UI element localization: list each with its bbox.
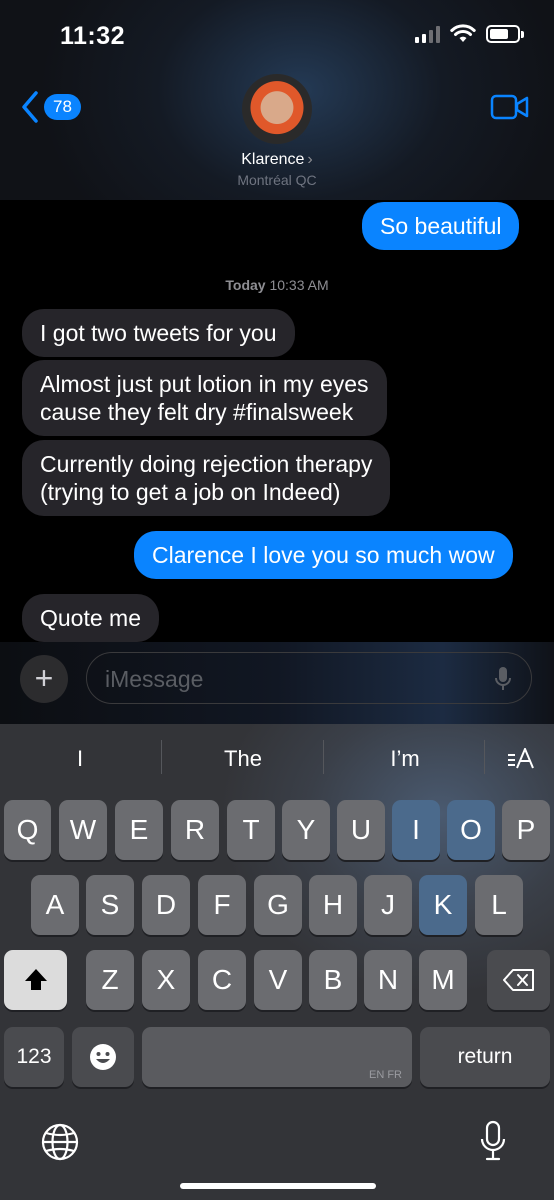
message-input[interactable]: iMessage	[86, 652, 532, 704]
contact-location: Montréal QC	[237, 172, 317, 188]
message-line: Almost just put lotion in my eyes	[40, 371, 369, 397]
message-bubble-outgoing[interactable]: Clarence I love you so much wow	[134, 531, 513, 579]
globe-icon[interactable]	[40, 1122, 80, 1162]
microphone-icon[interactable]	[480, 1120, 506, 1162]
cellular-signal-icon	[415, 25, 440, 43]
contact-name[interactable]: Klarence ›	[0, 151, 554, 169]
key-i[interactable]: I	[392, 800, 440, 860]
numbers-key[interactable]: 123	[4, 1027, 64, 1087]
prediction-suggestion[interactable]: I	[40, 746, 120, 772]
key-e[interactable]: E	[115, 800, 163, 860]
key-n[interactable]: N	[364, 950, 412, 1010]
message-line: Currently doing rejection therapy	[40, 451, 373, 477]
message-line: (trying to get a job on Indeed)	[40, 479, 341, 505]
message-bubble-outgoing[interactable]: So beautiful	[362, 202, 520, 250]
key-a[interactable]: A	[31, 875, 79, 935]
home-indicator[interactable]	[180, 1183, 376, 1189]
return-key[interactable]: return	[420, 1027, 550, 1087]
keyboard-language-hint: EN FR	[369, 1069, 402, 1081]
prediction-divider	[484, 740, 485, 774]
shift-icon	[24, 969, 47, 990]
key-m[interactable]: M	[419, 950, 467, 1010]
battery-icon	[486, 24, 524, 43]
delete-icon	[502, 969, 534, 991]
key-h[interactable]: H	[309, 875, 357, 935]
text-format-icon[interactable]	[507, 748, 535, 770]
message-bubble-incoming[interactable]: Currently doing rejection therapy (tryin…	[22, 440, 391, 516]
back-button[interactable]: 78	[20, 90, 81, 124]
key-b[interactable]: B	[309, 950, 357, 1010]
dictation-microphone-icon[interactable]	[495, 666, 511, 692]
key-j[interactable]: J	[364, 875, 412, 935]
key-t[interactable]: T	[227, 800, 275, 860]
timestamp-day: Today	[225, 277, 266, 293]
status-time: 11:32	[60, 22, 126, 50]
key-r[interactable]: R	[171, 800, 219, 860]
chevron-right-icon: ›	[307, 151, 313, 168]
key-o[interactable]: O	[447, 800, 495, 860]
message-timestamp: Today 10:33 AM	[0, 277, 554, 293]
shift-key[interactable]	[4, 950, 67, 1010]
key-x[interactable]: X	[142, 950, 190, 1010]
emoji-icon	[90, 1044, 116, 1070]
predictive-bar: I The I’m	[0, 724, 554, 794]
message-line: cause they felt dry #finalsweek	[40, 399, 354, 425]
contact-avatar[interactable]	[242, 74, 312, 144]
prediction-suggestion[interactable]: I’m	[365, 746, 445, 772]
space-bar[interactable]: EN FR	[142, 1027, 412, 1087]
key-w[interactable]: W	[59, 800, 107, 860]
unread-count-badge: 78	[44, 94, 81, 120]
message-bubble-incoming[interactable]: Quote me	[22, 594, 159, 642]
key-q[interactable]: Q	[4, 800, 51, 860]
key-y[interactable]: Y	[282, 800, 330, 860]
prediction-divider	[161, 740, 162, 774]
status-icons	[415, 24, 524, 43]
delete-key[interactable]	[487, 950, 550, 1010]
prediction-suggestion[interactable]: The	[203, 746, 283, 772]
compose-bar: + iMessage	[0, 642, 554, 724]
contact-name-label: Klarence	[241, 151, 305, 168]
video-call-icon[interactable]	[490, 93, 530, 121]
wifi-icon	[450, 24, 476, 42]
key-k[interactable]: K	[419, 875, 467, 935]
key-g[interactable]: G	[254, 875, 302, 935]
message-bubble-incoming[interactable]: I got two tweets for you	[22, 309, 295, 357]
key-d[interactable]: D	[142, 875, 190, 935]
apps-plus-button[interactable]: +	[20, 655, 68, 703]
message-bubble-incoming[interactable]: Almost just put lotion in my eyes cause …	[22, 360, 387, 436]
emoji-key[interactable]	[72, 1027, 134, 1087]
key-p[interactable]: P	[502, 800, 550, 860]
key-u[interactable]: U	[337, 800, 385, 860]
key-l[interactable]: L	[475, 875, 523, 935]
key-v[interactable]: V	[254, 950, 302, 1010]
message-input-placeholder: iMessage	[105, 666, 204, 692]
timestamp-time: 10:33 AM	[269, 277, 329, 293]
key-c[interactable]: C	[198, 950, 246, 1010]
key-s[interactable]: S	[86, 875, 134, 935]
chevron-left-icon	[22, 91, 38, 123]
keyboard: I The I’m Q W E R T Y U I O P A S D F G …	[0, 724, 554, 1200]
conversation-header: 11:32 78 Klarence › Montréal QC	[0, 0, 554, 200]
key-f[interactable]: F	[198, 875, 246, 935]
key-z[interactable]: Z	[86, 950, 134, 1010]
prediction-divider	[323, 740, 324, 774]
